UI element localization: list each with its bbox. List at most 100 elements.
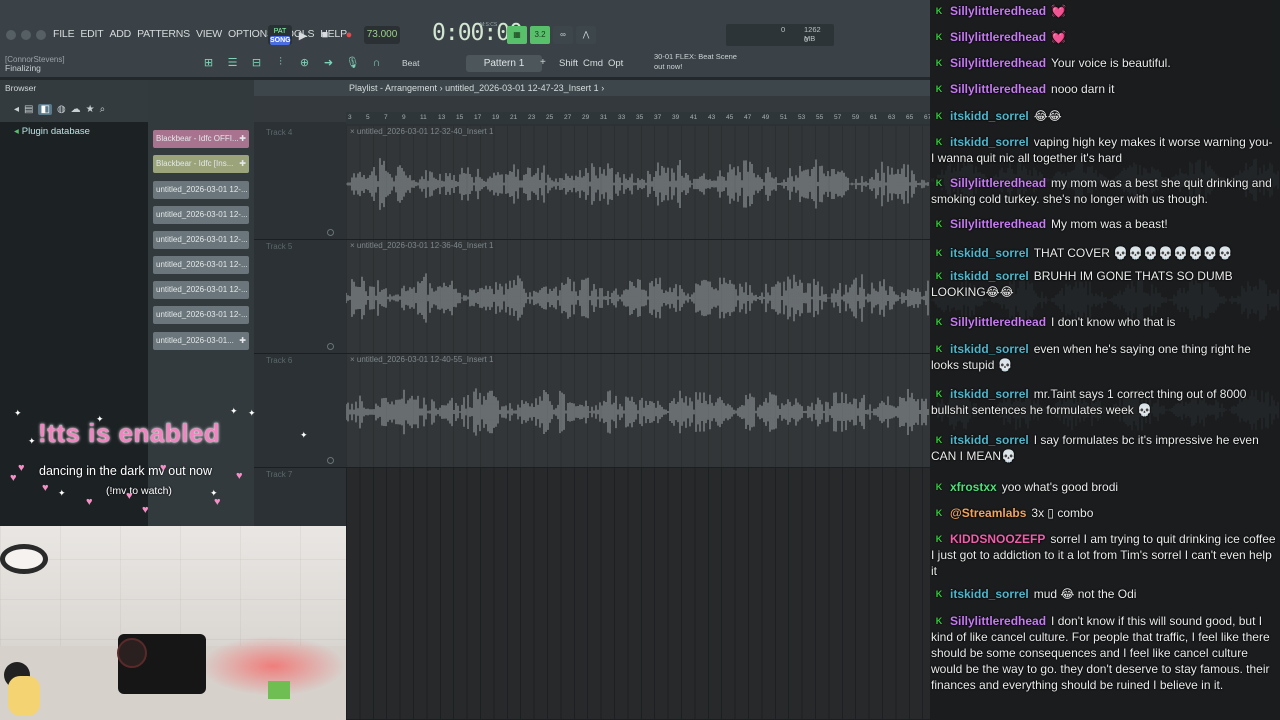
minimize-window-icon[interactable] — [21, 30, 31, 40]
chat-text: 💓 — [1051, 30, 1066, 44]
star-icon[interactable]: ★ — [86, 104, 95, 115]
picker-clip[interactable]: untitled_2026-03-01 12-... — [153, 231, 249, 249]
menu-add[interactable]: ADD — [110, 28, 132, 40]
track-enable-icon[interactable] — [327, 343, 334, 350]
ruler-tick: 7 — [384, 114, 388, 121]
track-enable-icon[interactable] — [327, 229, 334, 236]
back-icon[interactable]: ◂ — [14, 104, 19, 115]
arrow-right-icon[interactable]: ➜ — [320, 54, 337, 71]
kick-badge-icon: K — [934, 6, 944, 16]
snap-beat-label[interactable]: Beat — [402, 58, 420, 68]
pattern-selector[interactable]: Pattern 1 — [466, 55, 542, 72]
track-lane[interactable]: × untitled_2026-03-01 12-32-40_Insert 1 — [346, 126, 930, 239]
file-icon[interactable]: ▤ — [24, 104, 33, 115]
picker-clip[interactable]: untitled_2026-03-01 12-... — [153, 256, 249, 274]
chat-username[interactable]: Sillylittleredhead — [950, 30, 1046, 44]
chat-message: Kitskidd_sorrel BRUHH IM GONE THATS SO DU… — [931, 268, 1277, 300]
track-row[interactable]: Track 7 — [254, 468, 930, 720]
metronome-icon[interactable]: ⋀ — [576, 26, 596, 44]
chat-username[interactable]: Sillylittleredhead — [950, 614, 1046, 628]
mixer-icon[interactable]: ⫶ — [272, 54, 289, 71]
chat-username[interactable]: Sillylittleredhead — [950, 4, 1046, 18]
globe-icon[interactable]: ◍ — [57, 104, 66, 115]
track-lane[interactable] — [346, 468, 930, 719]
chat-username[interactable]: itskidd_sorrel — [950, 342, 1029, 356]
track-lane[interactable]: × untitled_2026-03-01 12-40-55_Insert 1 — [346, 354, 930, 467]
microphone-icon[interactable]: 🎙 — [344, 54, 361, 71]
audio-clip[interactable]: × untitled_2026-03-01 12-32-40_Insert 1 — [346, 126, 930, 239]
browser-tools: ◂ ▤ ◧ ◍ ☁ ★ ⌕ — [0, 100, 148, 118]
chat-username[interactable]: itskidd_sorrel — [950, 135, 1029, 149]
record-button[interactable]: ● — [340, 26, 358, 44]
audio-clip[interactable]: × untitled_2026-03-01 12-40-55_Insert 1 — [346, 354, 930, 467]
audio-clip[interactable]: × untitled_2026-03-01 12-36-46_Insert 1 — [346, 240, 930, 353]
sparkle-icon: ✦ — [248, 408, 256, 418]
chat-username[interactable]: itskidd_sorrel — [950, 587, 1029, 601]
plugin-picker-icon[interactable]: ⊕ — [296, 54, 313, 71]
snap-icon[interactable]: ∩ — [368, 54, 385, 71]
menu-options[interactable]: OPTIONS — [228, 28, 274, 40]
mv-announcement: dancing in the dark mv out now — [39, 464, 213, 478]
chat-username[interactable]: KIDDSNOOZEFP — [950, 532, 1045, 546]
tempo-display[interactable]: 73.000 — [364, 26, 400, 44]
browser-item-plugin-database[interactable]: ◂ Plugin database — [14, 126, 90, 137]
track-lane[interactable]: × untitled_2026-03-01 12-36-46_Insert 1 — [346, 240, 930, 353]
add-pattern-button[interactable]: + — [540, 57, 546, 68]
picker-clip[interactable]: Blackbear - Idfc [Ins... ✚ — [153, 155, 249, 173]
piano-roll-icon[interactable]: ☰ — [224, 54, 241, 71]
track-row[interactable]: Track 5 × untitled_2026-03-01 12-36-46_I… — [254, 240, 930, 354]
picker-clip[interactable]: untitled_2026-03-01... ✚ — [153, 332, 249, 350]
chat-overlay: K Sillylittleredhead 💓 K Sillylittleredhead 💓… — [930, 0, 1280, 720]
chat-username[interactable]: itskidd_sorrel — [950, 246, 1029, 260]
chat-username[interactable]: itskidd_sorrel — [950, 387, 1029, 401]
chat-username[interactable]: Sillylittleredhead — [950, 56, 1046, 70]
loop-record-icon[interactable]: ∞ — [553, 26, 573, 44]
picker-clip[interactable]: untitled_2026-03-01 12-... — [153, 281, 249, 299]
play-button[interactable]: ▶ — [294, 26, 312, 44]
stop-button[interactable]: ■ — [316, 26, 334, 44]
cmd-modifier[interactable]: Cmd — [583, 58, 603, 69]
chat-username[interactable]: @Streamlabs — [950, 506, 1026, 520]
picker-clip[interactable]: untitled_2026-03-01 12-... — [153, 181, 249, 199]
chat-username[interactable]: xfrostxx — [950, 480, 997, 494]
ruler-tick: 63 — [888, 114, 896, 121]
cloud-icon[interactable]: ☁ — [71, 104, 81, 115]
menu-edit[interactable]: EDIT — [80, 28, 103, 40]
search-icon[interactable]: ⌕ — [100, 104, 106, 115]
chat-username[interactable]: Sillylittleredhead — [950, 82, 1046, 96]
timeline-ruler[interactable]: 3 5 7 9 11 13 15 17 19 21 23 25 27 29 31 33 35 37 39 41 43 45… — [346, 112, 949, 124]
chat-text: Your voice is beautiful. — [1051, 56, 1171, 70]
track-row[interactable]: Track 6 × untitled_2026-03-01 12-40-55_I… — [254, 354, 930, 468]
menu-patterns[interactable]: PATTERNS — [137, 28, 190, 40]
cpu-memory-panel: 0 1262 MB 0 — [726, 24, 834, 46]
picker-clip[interactable]: untitled_2026-03-01 12-... — [153, 206, 249, 224]
chat-username[interactable]: Sillylittleredhead — [950, 217, 1046, 231]
menu-file[interactable]: FILE — [53, 28, 75, 40]
playlist-icon[interactable]: ⊞ — [200, 54, 217, 71]
typing-keyboard-icon[interactable]: ▦ — [507, 26, 527, 44]
channel-rack-icon[interactable]: ⊟ — [248, 54, 265, 71]
track-row[interactable]: Track 4 × untitled_2026-03-01 12-32-40_I… — [254, 126, 930, 240]
shift-modifier[interactable]: Shift — [559, 58, 578, 69]
playlist-file: untitled_2026-03-01 12-47-23_Insert 1 — [445, 83, 599, 93]
picker-clip[interactable]: Blackbear - Idfc OFFI... ✚ — [153, 130, 249, 148]
step-edit-toggle[interactable]: 3.2 — [530, 26, 550, 44]
opt-modifier[interactable]: Opt — [608, 58, 623, 69]
plugin-icon[interactable]: ◧ — [38, 103, 52, 115]
zoom-window-icon[interactable] — [36, 30, 46, 40]
chat-username[interactable]: Sillylittleredhead — [950, 176, 1046, 190]
chat-username[interactable]: itskidd_sorrel — [950, 109, 1029, 123]
heart-icon: ♥ — [214, 496, 221, 508]
menu-view[interactable]: VIEW — [196, 28, 222, 40]
pat-song-toggle[interactable]: PAT SONG — [268, 25, 292, 45]
picker-clip[interactable]: untitled_2026-03-01 12-... — [153, 306, 249, 324]
waveform — [346, 388, 929, 436]
clip-label: untitled_2026-03-01 12-... — [156, 310, 248, 319]
track-enable-icon[interactable] — [327, 457, 334, 464]
close-window-icon[interactable] — [6, 30, 16, 40]
chat-username[interactable]: itskidd_sorrel — [950, 433, 1029, 447]
chat-username[interactable]: Sillylittleredhead — [950, 315, 1046, 329]
chat-username[interactable]: itskidd_sorrel — [950, 269, 1029, 283]
heart-icon: ♥ — [18, 462, 25, 474]
news-panel[interactable]: 30-01 FLEX: Beat Scene out now! — [654, 52, 744, 72]
